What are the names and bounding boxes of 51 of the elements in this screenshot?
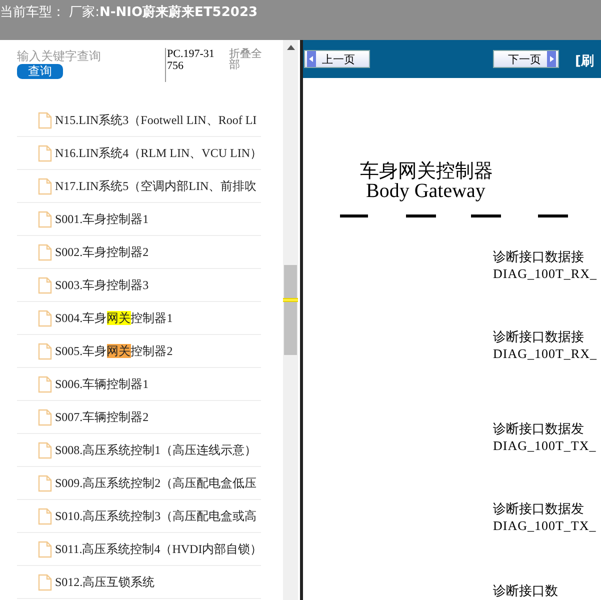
tree-item[interactable]: S001.车身控制器1 — [17, 203, 261, 236]
tree-item[interactable]: N15.LIN系统3（Footwell LIN、Roof LI — [17, 104, 261, 137]
tree-item[interactable]: S009.高压系统控制2（高压配电盒低压 — [17, 467, 261, 500]
tree-item[interactable]: S012.高压互锁系统 — [17, 566, 261, 599]
scrollbar[interactable] — [283, 40, 298, 600]
tree-item[interactable]: N17.LIN系统5（空调内部LIN、前排吹 — [17, 170, 261, 203]
document-icon — [38, 310, 52, 326]
document-icon — [38, 574, 52, 590]
signal-code: DIAG_100T_RX_ — [493, 346, 597, 362]
document-icon — [38, 244, 52, 260]
next-page-button[interactable]: 下一页 — [493, 50, 559, 68]
scroll-up-arrow-icon[interactable] — [287, 45, 295, 50]
document-icon — [38, 178, 52, 194]
refresh-link[interactable]: [刷 — [575, 52, 594, 70]
car-model-title: 当前车型： 厂家:N-NIO蔚来蔚来ET52023 — [0, 5, 258, 20]
scroll-thumb[interactable] — [284, 265, 297, 355]
tree-item[interactable]: S011.高压系统控制4（HVDI内部自锁） — [17, 533, 261, 566]
document-icon — [38, 342, 52, 360]
search-field[interactable]: 输入关键字查询 — [17, 48, 137, 64]
module-subtitle: Body Gateway — [366, 180, 486, 203]
document-icon — [38, 474, 52, 492]
module-title: 车身网关控制器 — [360, 159, 493, 183]
document-code: PC.197-31756 — [165, 48, 215, 82]
document-icon — [38, 376, 52, 392]
search-button[interactable]: 查询 — [17, 64, 63, 79]
previous-page-button[interactable]: 上一页 — [304, 50, 370, 68]
document-icon — [38, 508, 52, 524]
signal-name: 诊断接口数据接 — [493, 329, 585, 346]
document-icon — [38, 112, 52, 128]
document-icon — [38, 540, 52, 558]
document-icon — [38, 442, 52, 458]
tree-item[interactable]: S006.车辆控制器1 — [17, 368, 261, 401]
document-icon — [38, 276, 52, 294]
signal-name: 诊断接口数据发 — [493, 501, 585, 518]
tree-item[interactable]: S003.车身控制器3 — [17, 269, 261, 302]
tree-item[interactable]: S007.车辆控制器2 — [17, 401, 261, 434]
signal-code: DIAG_100T_TX_ — [493, 438, 596, 454]
signal-name: 诊断接口数 — [493, 583, 558, 600]
signal-code: DIAG_100T_TX_ — [493, 518, 596, 534]
document-icon — [38, 408, 52, 426]
document-icon — [38, 210, 52, 228]
tree-item[interactable]: S002.车身控制器2 — [17, 236, 261, 269]
signal-name: 诊断接口数据发 — [493, 421, 585, 438]
signal-name: 诊断接口数据接 — [493, 249, 585, 266]
tree-item[interactable]: S008.高压系统控制1（高压连线示意） — [17, 434, 261, 467]
search-hit-marker — [283, 298, 298, 302]
collapse-all-link[interactable]: 折叠全部 — [229, 48, 269, 88]
tree-item[interactable]: N16.LIN系统4（RLM LIN、VCU LIN） — [17, 137, 261, 170]
tree-item[interactable]: S010.高压系统控制3（高压配电盒或高 — [17, 500, 261, 533]
document-icon — [38, 144, 52, 162]
signal-code: DIAG_100T_RX_ — [493, 266, 597, 282]
